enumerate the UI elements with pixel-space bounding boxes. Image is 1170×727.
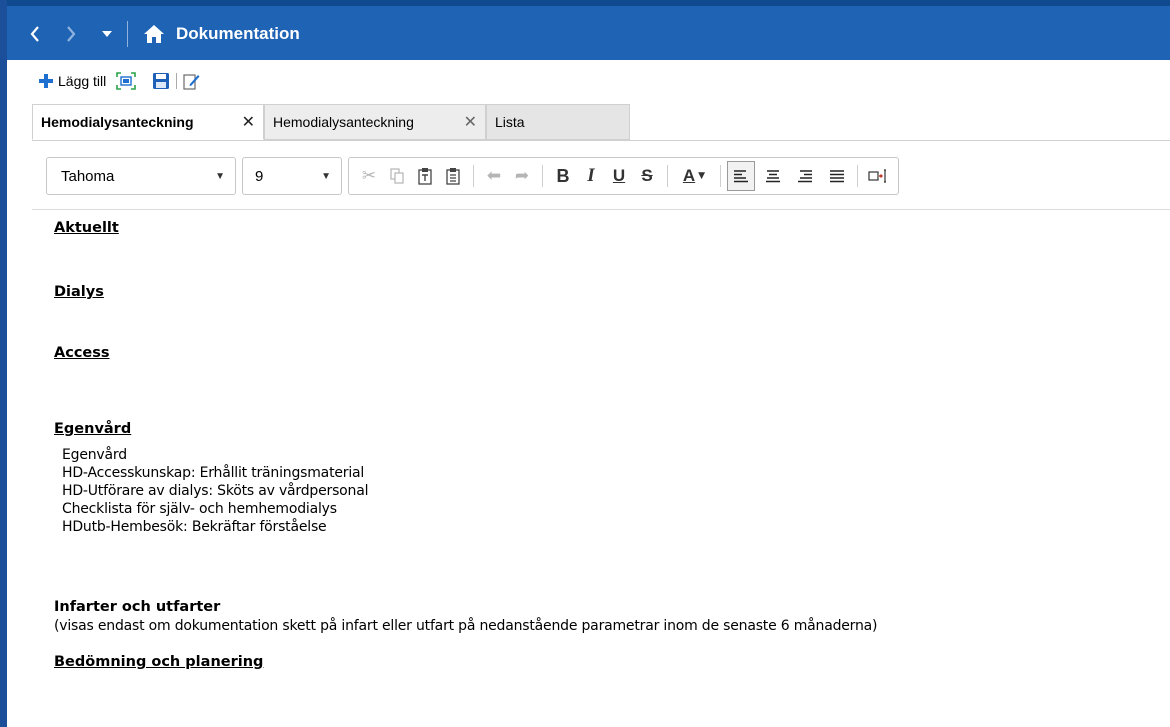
save-icon bbox=[153, 73, 170, 89]
toolbar-separator bbox=[542, 165, 543, 187]
font-color-button[interactable]: A ▼ bbox=[674, 161, 714, 191]
forward-button[interactable] bbox=[57, 20, 85, 48]
add-button-label: Lägg till bbox=[58, 73, 107, 89]
font-size-value: 9 bbox=[255, 167, 264, 185]
italic-button[interactable]: I bbox=[577, 161, 605, 191]
tab-bar: Hemodialysanteckning ✕ Hemodialysanteckn… bbox=[32, 104, 1170, 141]
strikethrough-button[interactable]: S bbox=[633, 161, 661, 191]
toolbar-separator bbox=[473, 165, 474, 187]
egenvard-line: Egenvård bbox=[62, 447, 127, 463]
chevron-down-icon: ▼ bbox=[321, 170, 331, 182]
heading-access: Access bbox=[54, 345, 110, 361]
underline-button[interactable]: U bbox=[605, 161, 633, 191]
align-left-icon bbox=[734, 170, 748, 183]
tab-lista[interactable]: Lista bbox=[486, 104, 630, 140]
font-color-icon: A bbox=[682, 166, 696, 185]
heading-aktuellt: Aktuellt bbox=[54, 220, 119, 236]
history-dropdown-button[interactable] bbox=[93, 20, 121, 48]
infarter-note: (visas endast om dokumentation skett på … bbox=[54, 618, 878, 634]
heading-infarter: Infarter och utfarter bbox=[54, 599, 221, 615]
save-button[interactable] bbox=[152, 72, 170, 90]
action-separator bbox=[176, 73, 178, 89]
plus-icon bbox=[39, 74, 53, 88]
redo-icon: ➦ bbox=[514, 166, 530, 186]
close-icon[interactable]: ✕ bbox=[464, 112, 477, 132]
justify-button[interactable] bbox=[823, 161, 851, 191]
font-size-select[interactable]: 9 ▼ bbox=[242, 157, 342, 195]
bold-icon: B bbox=[556, 165, 570, 186]
chevron-down-icon: ▼ bbox=[698, 171, 706, 181]
page-title: Dokumentation bbox=[176, 24, 300, 43]
bold-button[interactable]: B bbox=[549, 161, 577, 191]
insert-field-button[interactable] bbox=[864, 161, 892, 191]
close-icon[interactable]: ✕ bbox=[242, 112, 255, 132]
home-button[interactable] bbox=[142, 22, 166, 46]
toolbar-separator bbox=[667, 165, 668, 187]
tab-hemodialysanteckning-1[interactable]: Hemodialysanteckning ✕ bbox=[32, 104, 264, 140]
fit-screen-button[interactable] bbox=[116, 72, 137, 90]
align-center-button[interactable] bbox=[759, 161, 787, 191]
add-button[interactable]: Lägg till bbox=[38, 73, 106, 89]
align-center-icon bbox=[766, 170, 780, 183]
egenvard-line: HDutb-Hembesök: Bekräftar förståelse bbox=[62, 519, 327, 535]
egenvard-line: Checklista för själv- och hemhemodialys bbox=[62, 501, 337, 517]
tab-label: Hemodialysanteckning bbox=[273, 114, 414, 130]
underline-icon: U bbox=[612, 166, 626, 185]
toolbar-separator bbox=[857, 165, 858, 187]
heading-bedomning: Bedömning och planering bbox=[54, 654, 264, 670]
align-right-button[interactable] bbox=[791, 161, 819, 191]
left-accent-strip bbox=[0, 0, 7, 727]
chevron-down-icon: ▼ bbox=[215, 170, 225, 182]
edit-document-icon bbox=[183, 74, 200, 90]
tab-label: Lista bbox=[495, 114, 525, 130]
tab-label: Hemodialysanteckning bbox=[41, 114, 194, 130]
paste-button[interactable] bbox=[439, 161, 467, 191]
back-button[interactable] bbox=[21, 20, 49, 48]
egenvard-line: HD-Utförare av dialys: Sköts av vårdpers… bbox=[62, 483, 369, 499]
chevron-right-icon bbox=[67, 26, 76, 42]
scissors-icon: ✂ bbox=[361, 166, 377, 186]
font-family-value: Tahoma bbox=[61, 167, 115, 185]
action-toolbar: Lägg till bbox=[38, 68, 210, 94]
align-left-button[interactable] bbox=[727, 161, 755, 191]
copy-icon bbox=[390, 168, 404, 184]
edit-document-button[interactable] bbox=[182, 72, 200, 90]
redo-button[interactable]: ➦ bbox=[508, 161, 536, 191]
paste-text-icon bbox=[418, 168, 432, 185]
title-bar: Dokumentation bbox=[7, 0, 1170, 60]
format-toolbar: Tahoma ▼ 9 ▼ ✂ ⬅ ➦ B I U S A ▼ bbox=[46, 156, 899, 196]
italic-icon: I bbox=[587, 165, 595, 186]
strikethrough-icon: S bbox=[641, 166, 653, 185]
heading-dialys: Dialys bbox=[54, 284, 104, 300]
tab-hemodialysanteckning-2[interactable]: Hemodialysanteckning ✕ bbox=[264, 104, 486, 140]
egenvard-line: HD-Accesskunskap: Erhållit träningsmater… bbox=[62, 465, 365, 481]
font-family-select[interactable]: Tahoma ▼ bbox=[46, 157, 236, 195]
heading-egenvard: Egenvård bbox=[54, 421, 132, 437]
copy-button[interactable] bbox=[383, 161, 411, 191]
fit-screen-icon bbox=[116, 72, 137, 90]
insert-field-icon bbox=[868, 169, 886, 183]
title-separator bbox=[127, 21, 128, 47]
chevron-left-icon bbox=[30, 26, 39, 42]
title-bar-topline bbox=[7, 0, 1170, 6]
paste-icon bbox=[446, 168, 460, 185]
paste-text-button[interactable] bbox=[411, 161, 439, 191]
undo-icon: ⬅ bbox=[486, 166, 502, 186]
toolbar-separator bbox=[720, 165, 721, 187]
editor-top-border bbox=[32, 209, 1170, 210]
home-icon bbox=[144, 25, 164, 43]
justify-icon bbox=[830, 170, 844, 183]
format-button-group: ✂ ⬅ ➦ B I U S A ▼ bbox=[348, 157, 899, 195]
cut-button[interactable]: ✂ bbox=[355, 161, 383, 191]
undo-button[interactable]: ⬅ bbox=[480, 161, 508, 191]
caret-down-icon bbox=[102, 31, 112, 37]
align-right-icon bbox=[798, 170, 812, 183]
